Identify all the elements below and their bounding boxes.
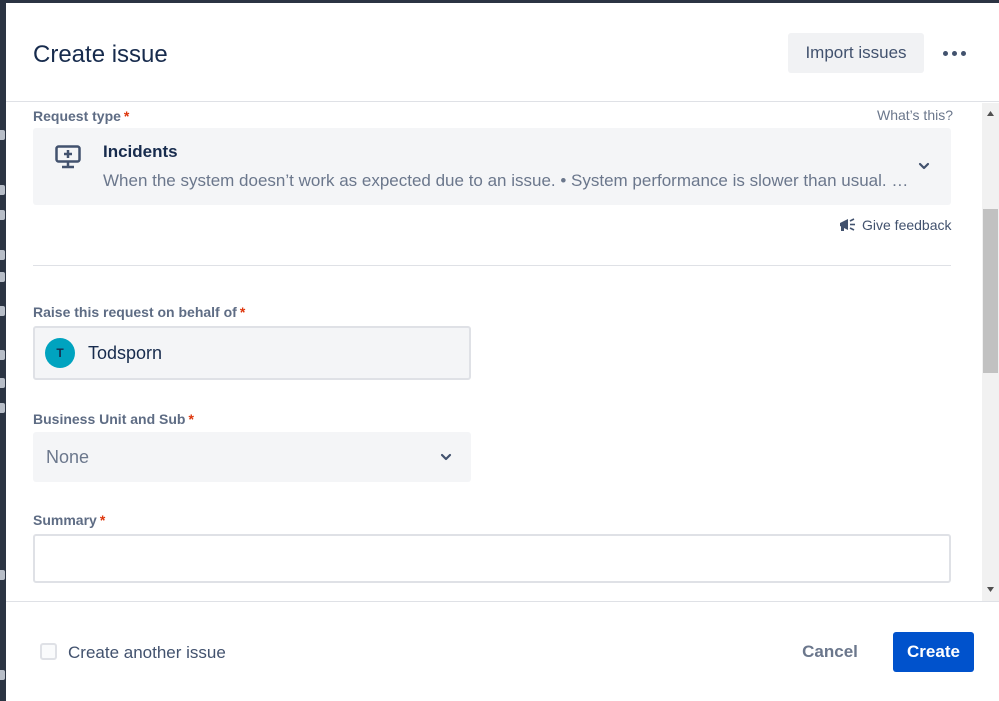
behalf-label: Raise this request on behalf of * xyxy=(33,304,246,320)
whats-this-link[interactable]: What’s this? xyxy=(877,107,953,123)
summary-label: Summary * xyxy=(33,512,106,528)
scrollbar-thumb[interactable] xyxy=(983,209,998,373)
create-another-checkbox[interactable] xyxy=(40,643,57,660)
dialog-footer: Create another issue Cancel Create xyxy=(6,601,999,701)
dialog-body: Request type * What’s this? Incidents Whe… xyxy=(6,103,999,601)
create-button[interactable]: Create xyxy=(893,632,974,672)
give-feedback-link[interactable]: Give feedback xyxy=(838,217,952,233)
business-unit-label: Business Unit and Sub * xyxy=(33,411,194,427)
dialog-title: Create issue xyxy=(33,41,168,68)
request-type-name: Incidents xyxy=(103,142,178,161)
business-unit-select[interactable]: None xyxy=(33,432,471,482)
summary-input[interactable] xyxy=(33,534,951,583)
chevron-down-icon xyxy=(440,453,452,461)
scroll-down-arrow-icon[interactable] xyxy=(986,585,995,594)
behalf-user-select[interactable]: T Todsporn xyxy=(33,326,471,380)
give-feedback-label: Give feedback xyxy=(862,217,952,233)
megaphone-icon xyxy=(840,218,855,231)
chevron-down-icon xyxy=(918,162,930,170)
request-type-label: Request type * xyxy=(33,108,130,124)
scroll-up-arrow-icon[interactable] xyxy=(986,109,995,118)
business-unit-value: None xyxy=(46,447,90,467)
create-issue-dialog: Create issue Import issues Request type *… xyxy=(6,3,999,701)
import-issues-button[interactable]: Import issues xyxy=(788,33,924,73)
section-divider xyxy=(33,265,951,266)
request-type-select[interactable]: Incidents When the system doesn’t work a… xyxy=(33,128,951,205)
request-type-description: When the system doesn’t work as expected… xyxy=(103,171,913,190)
cancel-button[interactable]: Cancel xyxy=(792,633,868,671)
behalf-user-name: Todsporn xyxy=(88,343,163,363)
create-another-label: Create another issue xyxy=(68,643,226,662)
more-horizontal-icon[interactable] xyxy=(936,39,972,67)
monitor-plus-icon xyxy=(55,145,81,169)
avatar: T xyxy=(45,338,75,368)
dialog-header: Create issue Import issues xyxy=(6,3,999,102)
scrollbar[interactable] xyxy=(982,103,999,601)
